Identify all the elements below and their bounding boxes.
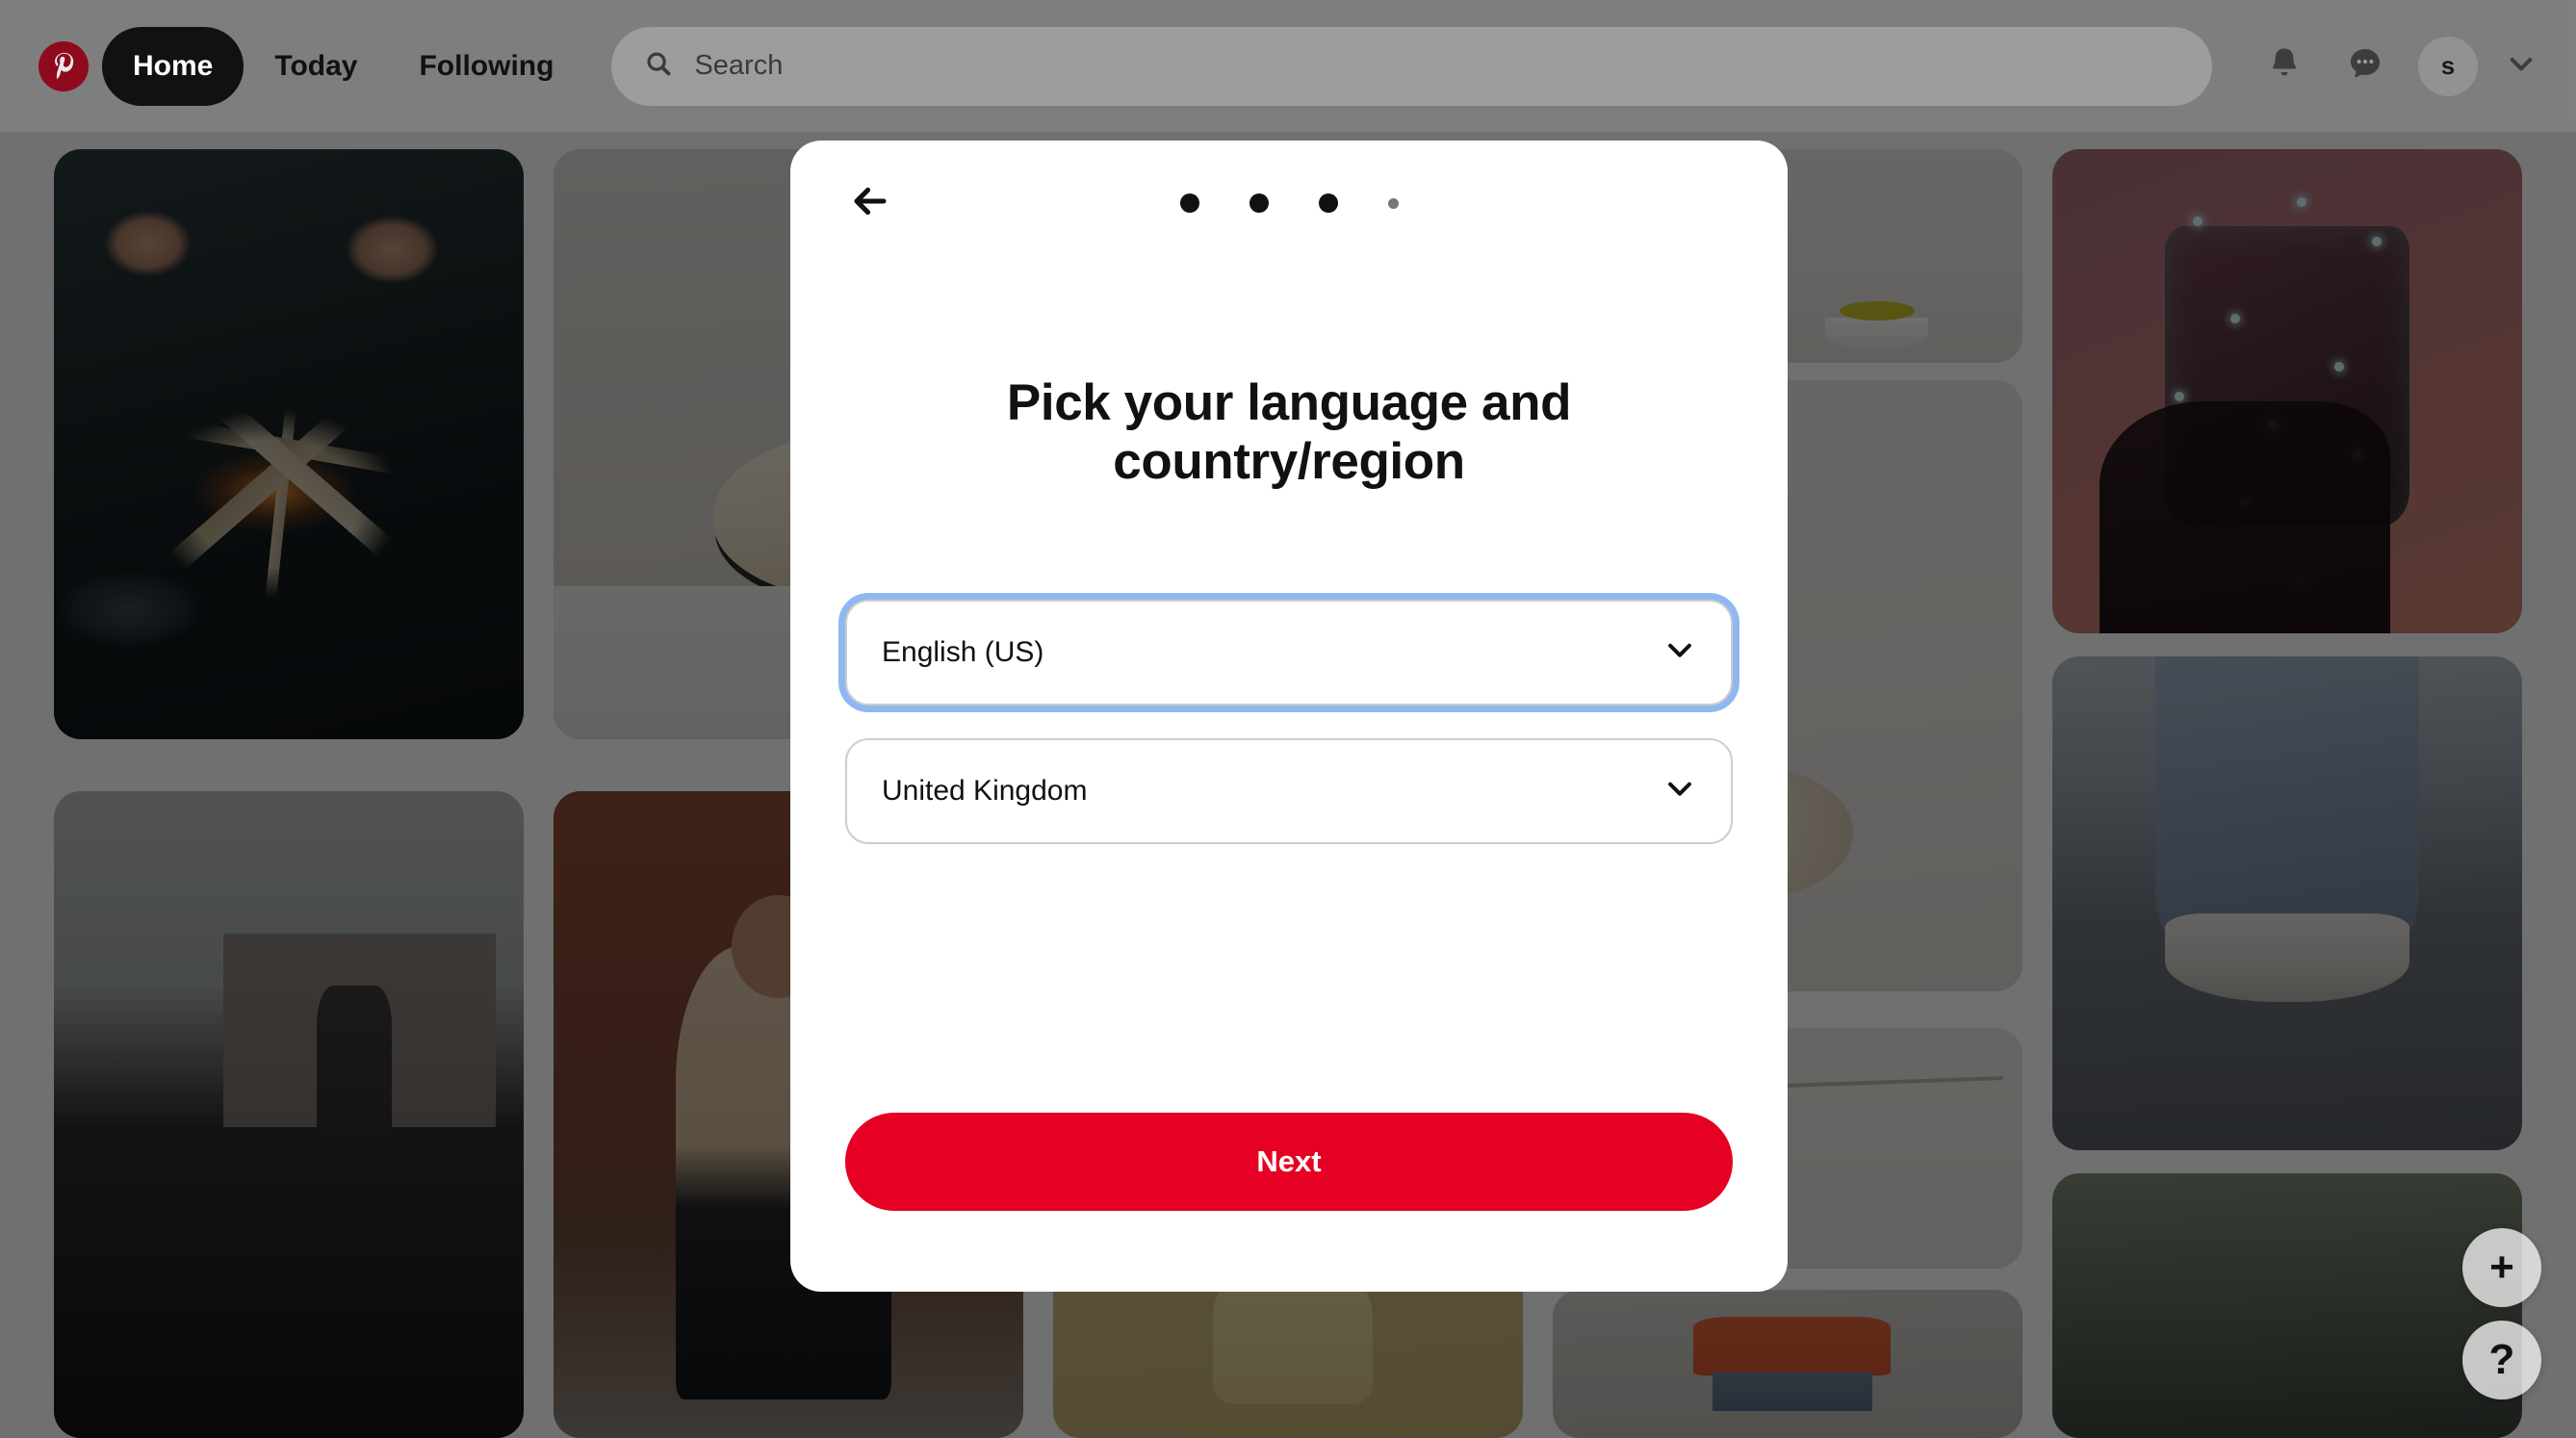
search-icon: [644, 49, 673, 83]
search-bar[interactable]: [611, 26, 2212, 106]
bell-icon: [2265, 44, 2304, 88]
language-country-modal: Pick your language and country/region En…: [790, 141, 1788, 1292]
avatar-initial: s: [2440, 51, 2456, 80]
step-dot-1: [1179, 193, 1199, 213]
step-indicator: [845, 193, 1733, 213]
back-button[interactable]: [839, 172, 901, 234]
nav-item-home-label: Home: [133, 49, 214, 82]
modal-footer: Next: [845, 1113, 1733, 1211]
language-select[interactable]: English (US): [845, 599, 1733, 706]
question-mark-icon: ?: [2488, 1336, 2515, 1383]
top-navigation-bar: Home Today Following Search s: [0, 0, 2576, 132]
nav-item-following-label: Following: [419, 49, 554, 82]
modal-header: [845, 141, 1733, 266]
chevron-down-icon: [2506, 48, 2537, 84]
modal-fields: English (US) United Kingdom: [845, 599, 1733, 844]
next-button-label: Next: [1256, 1144, 1322, 1178]
step-dot-4: [1387, 197, 1399, 209]
plus-icon: +: [2489, 1244, 2514, 1291]
search-input[interactable]: [694, 50, 2179, 82]
step-dot-2: [1249, 193, 1269, 213]
help-button[interactable]: ?: [2462, 1321, 2541, 1399]
chevron-down-icon: [1663, 772, 1696, 809]
pinterest-logo-button[interactable]: [25, 28, 102, 105]
pinterest-logo-icon: [39, 40, 89, 91]
step-dot-3: [1318, 193, 1338, 213]
notifications-button[interactable]: [2249, 31, 2320, 102]
country-region-select-value: United Kingdom: [882, 774, 1088, 807]
create-pin-button[interactable]: +: [2462, 1228, 2541, 1307]
nav-item-today-label: Today: [274, 49, 358, 82]
pinterest-app: Home Today Following Search s + ? Pick y…: [0, 0, 2576, 1438]
next-button[interactable]: Next: [845, 1113, 1733, 1211]
chevron-down-icon: [1663, 633, 1696, 671]
user-avatar[interactable]: s: [2418, 36, 2478, 96]
arrow-left-icon: [850, 181, 890, 226]
account-menu-button[interactable]: [2491, 37, 2551, 96]
country-region-select[interactable]: United Kingdom: [845, 737, 1733, 844]
modal-title: Pick your language and country/region: [1006, 374, 1572, 491]
language-select-value: English (US): [882, 635, 1044, 668]
message-icon: [2346, 44, 2384, 88]
nav-item-today[interactable]: Today: [244, 27, 388, 106]
nav-item-home[interactable]: Home: [102, 26, 245, 106]
messages-button[interactable]: [2330, 31, 2401, 102]
nav-item-following[interactable]: Following: [388, 27, 584, 106]
